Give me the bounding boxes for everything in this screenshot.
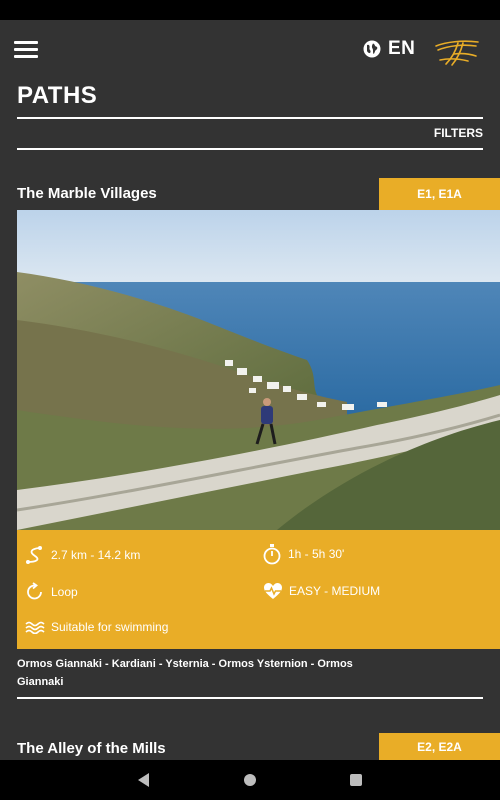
- page-title: PATHS: [17, 82, 98, 109]
- route-type-value: Loop: [51, 585, 78, 599]
- path-route: Ormos Giannaki - Kardiani - Ysternia - O…: [17, 658, 353, 688]
- globe-icon: [363, 40, 381, 58]
- language-label: EN: [388, 38, 416, 59]
- heartbeat-icon: [264, 583, 282, 599]
- loop-icon: [27, 582, 42, 600]
- path-code-badge: E2, E2A: [379, 733, 500, 760]
- path-distance-icon: [26, 546, 42, 564]
- divider: [17, 117, 483, 119]
- divider: [17, 697, 483, 699]
- menu-icon[interactable]: [14, 40, 40, 60]
- path-title[interactable]: The Marble Villages: [17, 185, 157, 202]
- feature-info: Suitable for swimming: [25, 620, 168, 634]
- distance-value: 2.7 km - 14.2 km: [51, 548, 141, 562]
- duration-value: 1h - 5h 30': [288, 547, 345, 561]
- status-bar: [0, 0, 500, 20]
- duration-info: 1h - 5h 30': [262, 543, 344, 565]
- brand-logo[interactable]: [432, 34, 480, 68]
- path-photo[interactable]: [17, 210, 500, 530]
- back-triangle-icon[interactable]: [137, 772, 151, 788]
- system-nav-bar: [0, 760, 500, 800]
- route-type-info: Loop: [25, 582, 78, 602]
- divider: [17, 148, 483, 150]
- distance-info: 2.7 km - 14.2 km: [25, 545, 140, 565]
- difficulty-value: EASY - MEDIUM: [289, 584, 381, 598]
- language-selector[interactable]: EN: [362, 37, 415, 61]
- path-title[interactable]: The Alley of the Mills: [17, 740, 166, 757]
- feature-value: Suitable for swimming: [51, 620, 169, 634]
- path-code-badge: E1, E1A: [379, 178, 500, 210]
- filters-button[interactable]: FILTERS: [434, 126, 483, 140]
- water-waves-icon: [25, 621, 45, 634]
- app-header: EN: [0, 20, 500, 80]
- difficulty-info: EASY - MEDIUM: [263, 582, 380, 600]
- home-circle-icon[interactable]: [244, 774, 256, 786]
- path-info-panel: 2.7 km - 14.2 km 1h - 5h 30' Loop EASY -…: [17, 530, 500, 649]
- recent-apps-square-icon[interactable]: [350, 774, 362, 786]
- stopwatch-icon: [263, 544, 281, 565]
